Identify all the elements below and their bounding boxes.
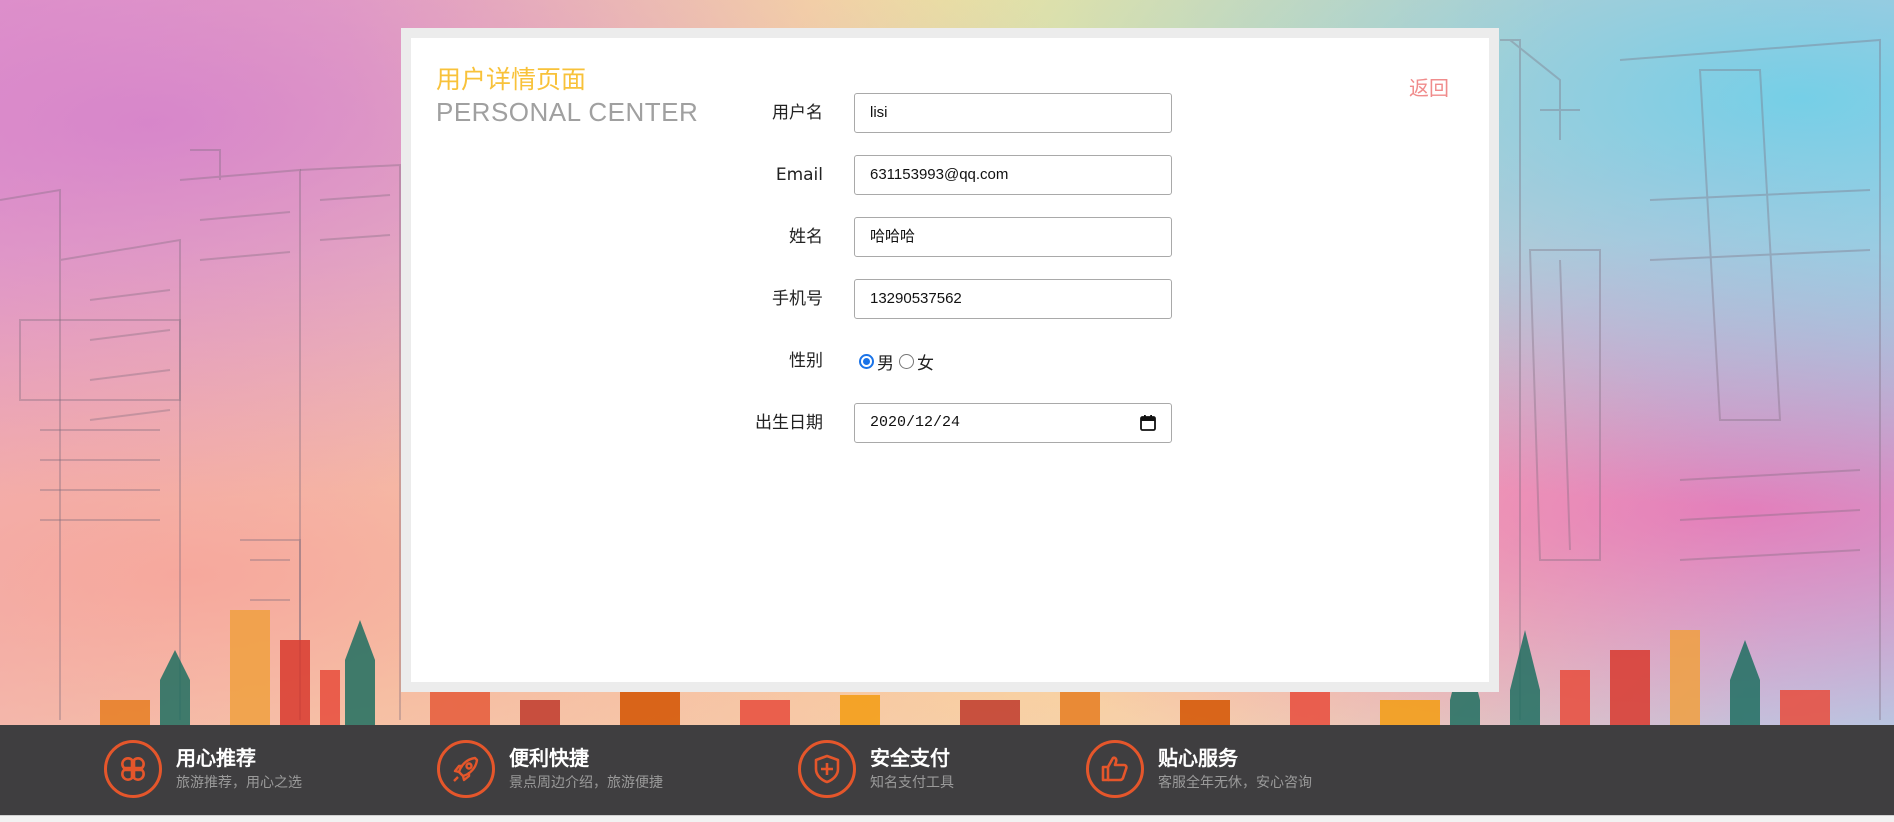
feature-subtitle: 知名支付工具	[870, 775, 954, 791]
feature-secure-pay: 安全支付 知名支付工具	[798, 737, 954, 801]
feature-convenient: 便利快捷 景点周边介绍，旅游便捷	[437, 737, 663, 801]
thumbs-up-icon	[1086, 740, 1144, 798]
shield-icon	[798, 740, 856, 798]
feature-recommend: 用心推荐 旅游推荐，用心之选	[104, 737, 302, 801]
email-row: Email 631153993@qq.com	[411, 155, 1489, 195]
user-detail-panel-frame: 用户详情页面 PERSONAL CENTER 返回 用户名 lisi Email…	[401, 28, 1499, 692]
gender-male-radio[interactable]	[859, 353, 874, 369]
footer-features-bar: 用心推荐 旅游推荐，用心之选 便利快捷 景点周边介绍，旅游便捷 安全支付 知名支…	[0, 725, 1894, 815]
username-field[interactable]: lisi	[854, 93, 1172, 133]
user-detail-panel: 用户详情页面 PERSONAL CENTER 返回 用户名 lisi Email…	[411, 38, 1489, 682]
gender-row: 性别 男 女	[411, 341, 1489, 381]
feature-subtitle: 旅游推荐，用心之选	[176, 775, 302, 791]
page-title: 用户详情页面	[436, 65, 587, 94]
feature-title: 安全支付	[870, 746, 950, 770]
gender-female-radio[interactable]	[899, 353, 914, 369]
gender-female-label: 女	[917, 353, 934, 374]
feature-subtitle: 客服全年无休，安心咨询	[1158, 775, 1312, 791]
rocket-icon	[437, 740, 495, 798]
gender-label: 性别	[789, 351, 823, 371]
phone-label: 手机号	[772, 289, 823, 309]
birthday-label: 出生日期	[755, 413, 823, 433]
name-row: 姓名 哈哈哈	[411, 217, 1489, 257]
gender-radio-group: 男 女	[854, 341, 934, 381]
feature-service: 贴心服务 客服全年无休，安心咨询	[1086, 737, 1312, 801]
username-row: 用户名 lisi	[411, 93, 1489, 133]
birthday-row: 出生日期 2020/12/24	[411, 403, 1489, 443]
feature-title: 用心推荐	[176, 746, 256, 770]
email-field[interactable]: 631153993@qq.com	[854, 155, 1172, 195]
phone-field[interactable]: 13290537562	[854, 279, 1172, 319]
feature-title: 贴心服务	[1158, 746, 1238, 770]
username-label: 用户名	[772, 103, 823, 123]
clover-icon	[104, 740, 162, 798]
name-field[interactable]: 哈哈哈	[854, 217, 1172, 257]
email-label: Email	[775, 165, 823, 185]
feature-subtitle: 景点周边介绍，旅游便捷	[509, 775, 663, 791]
name-label: 姓名	[789, 227, 823, 247]
birthday-value: 2020/12/24	[870, 414, 961, 431]
phone-row: 手机号 13290537562	[411, 279, 1489, 319]
birthday-date-input[interactable]: 2020/12/24	[854, 403, 1172, 443]
feature-title: 便利快捷	[509, 746, 589, 770]
gender-male-label: 男	[877, 353, 894, 374]
calendar-icon[interactable]	[1139, 414, 1157, 432]
browser-bottom-strip	[0, 815, 1894, 822]
